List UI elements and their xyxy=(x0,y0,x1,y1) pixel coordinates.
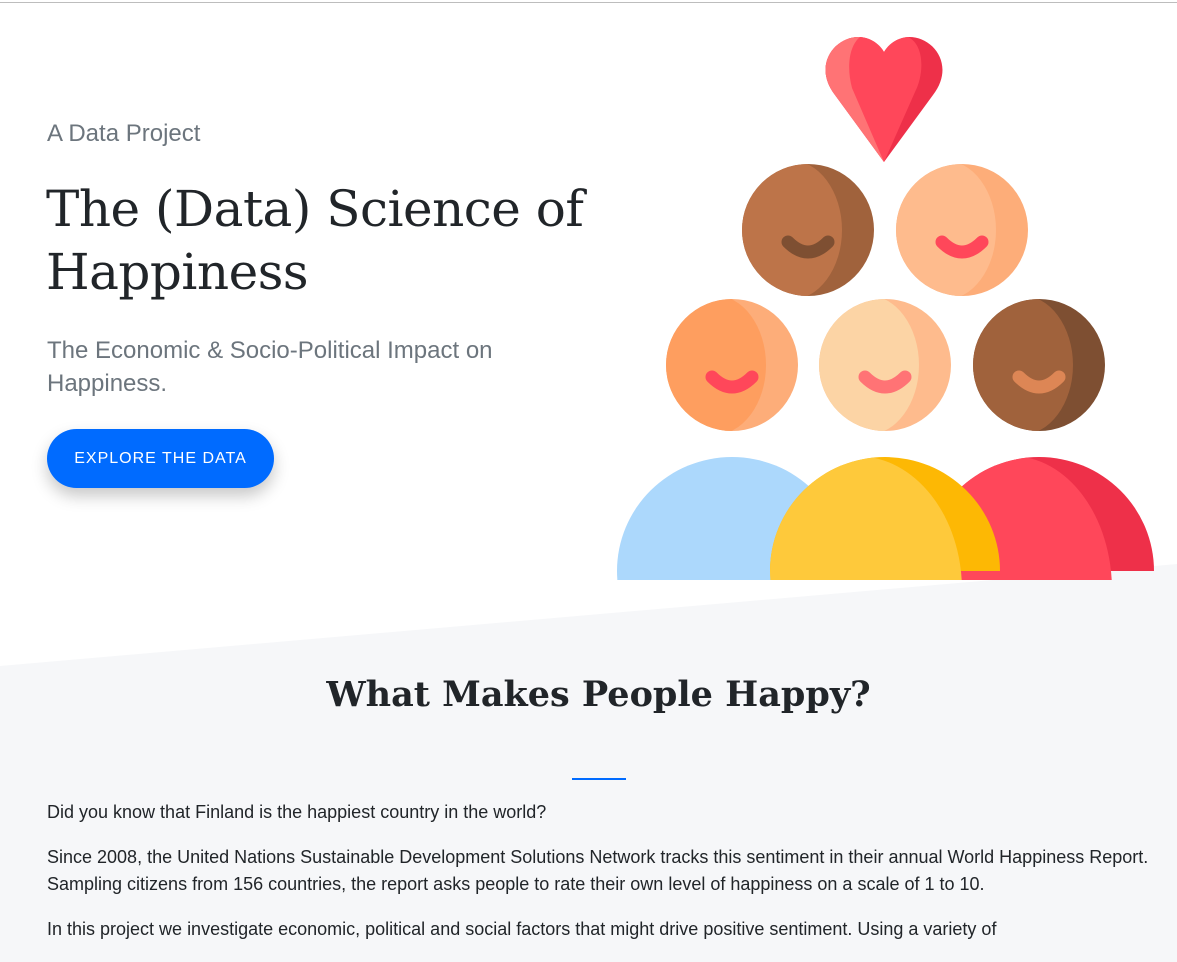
explore-data-button[interactable]: EXPLORE THE DATA xyxy=(47,429,274,488)
face-5 xyxy=(973,299,1105,431)
paragraph: Since 2008, the United Nations Sustainab… xyxy=(47,847,1149,894)
section-heading: What Makes People Happy? xyxy=(326,674,871,715)
paragraph: In this project we investigate economic,… xyxy=(47,919,997,939)
hero-subtitle: The Economic & Socio-Political Impact on… xyxy=(47,337,493,397)
heart-icon xyxy=(825,36,943,162)
body-yellow xyxy=(770,457,1000,580)
face-3 xyxy=(666,299,798,431)
hero-eyebrow: A Data Project xyxy=(47,120,201,147)
page-title: The (Data) Science of Happiness xyxy=(46,180,584,301)
face-4 xyxy=(819,299,951,431)
paragraph: Did you know that Finland is the happies… xyxy=(47,802,547,822)
happy-people-illustration xyxy=(617,36,1154,580)
face-1 xyxy=(742,164,874,296)
heading-divider xyxy=(572,778,626,780)
top-border xyxy=(0,2,1177,3)
section-body: Did you know that Finland is the happies… xyxy=(47,799,1152,961)
face-2 xyxy=(896,164,1028,296)
